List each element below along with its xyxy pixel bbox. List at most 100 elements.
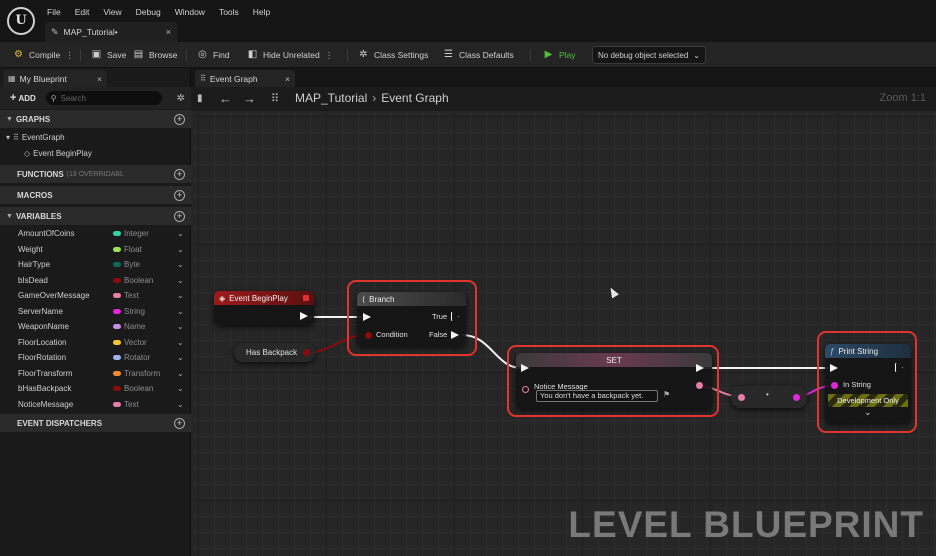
variable-name: Weight [18, 244, 43, 254]
variable-row[interactable]: ServerName String ⌄ [0, 304, 191, 320]
menu-window[interactable]: Window [168, 4, 212, 20]
close-icon[interactable]: × [97, 74, 102, 84]
variable-type-pill-icon [113, 355, 121, 360]
section-functions-label: FUNCTIONS [17, 169, 64, 179]
node-text-to-string-conversion[interactable]: • [731, 386, 807, 408]
back-arrow-icon[interactable]: ← [219, 91, 232, 106]
close-icon[interactable]: × [166, 27, 171, 37]
graph-icon: ⠿ [271, 93, 280, 105]
variable-row[interactable]: bHasBackpack Boolean ⌄ [0, 381, 191, 397]
overridable-count: (19 OVERRIDABL [66, 170, 124, 178]
hide-unrelated-button[interactable]: ◧ Hide Unrelated ⋮ [246, 47, 333, 63]
variable-row[interactable]: WeaponName Name ⌄ [0, 319, 191, 335]
variable-row[interactable]: bIsDead Boolean ⌄ [0, 273, 191, 289]
variable-type: Transform [124, 368, 161, 378]
settings-gear-icon[interactable]: ✲ [177, 93, 185, 104]
tree-item-event-graph[interactable]: ▾ ⠿ EventGraph [6, 130, 65, 144]
chevron-down-icon[interactable]: ⌄ [177, 353, 184, 362]
menu-edit[interactable]: Edit [68, 4, 97, 20]
chevron-down-icon[interactable]: ⌄ [177, 322, 184, 331]
variable-row[interactable]: AmountOfCoins Integer ⌄ [0, 226, 191, 242]
variable-row[interactable]: HairType Byte ⌄ [0, 257, 191, 273]
browse-label: Browse [149, 50, 178, 60]
menu-view[interactable]: View [96, 4, 128, 20]
section-functions[interactable]: FUNCTIONS (19 OVERRIDABL + [0, 165, 191, 183]
chevron-down-icon[interactable]: ⌄ [177, 276, 184, 285]
add-dispatcher-icon[interactable]: + [174, 417, 185, 429]
save-button[interactable]: ▣ Save [90, 47, 127, 63]
menu-help[interactable]: Help [246, 4, 277, 20]
delegate-pin-icon[interactable] [303, 295, 309, 301]
chevron-down-icon[interactable]: ⌄ [177, 384, 184, 393]
toolbar-divider [347, 49, 348, 61]
chevron-down-icon: ▼ [6, 115, 13, 123]
section-graphs[interactable]: ▼ GRAPHS + [0, 110, 191, 128]
text-in-pin[interactable] [738, 394, 745, 401]
highlight-box-set [507, 345, 719, 417]
tree-item-event-begin-play[interactable]: ◇ Event BeginPlay [24, 146, 92, 160]
variable-type: Rotator [124, 353, 151, 363]
menu-tools[interactable]: Tools [212, 4, 246, 20]
graph-icon: ⠿ [200, 74, 206, 83]
variable-row[interactable]: NoticeMessage Text ⌄ [0, 397, 191, 413]
my-blueprint-tab[interactable]: ▦ My Blueprint × [3, 70, 107, 87]
variable-row[interactable]: Weight Float ⌄ [0, 242, 191, 258]
menu-debug[interactable]: Debug [129, 4, 168, 20]
bool-out-pin[interactable] [303, 349, 310, 356]
variable-name: NoticeMessage [18, 399, 74, 409]
section-variables[interactable]: ▼ VARIABLES + [0, 207, 191, 225]
tab-event-graph[interactable]: ⠿ Event Graph × [195, 70, 295, 87]
variable-type: Byte [124, 260, 141, 270]
chevron-down-icon[interactable]: ⌄ [177, 229, 184, 238]
chevron-down-icon[interactable]: ⌄ [177, 338, 184, 347]
exec-out-pin[interactable] [300, 312, 308, 320]
chevron-down-icon[interactable]: ⌄ [177, 307, 184, 316]
graph-canvas[interactable]: ◈ Event BeginPlay Has Backpack ⟨ Branch … [191, 111, 936, 556]
search-input[interactable] [60, 93, 151, 103]
add-variable-icon[interactable]: + [174, 210, 185, 222]
breadcrumb-map[interactable]: MAP_Tutorial [295, 91, 367, 105]
variable-row[interactable]: GameOverMessage Text ⌄ [0, 288, 191, 304]
variable-type: Text [124, 399, 139, 409]
class-settings-button[interactable]: ✲ Class Settings [357, 47, 428, 63]
variable-type-pill-icon [113, 401, 121, 407]
my-blueprint-tab-label: My Blueprint [19, 73, 67, 84]
forward-arrow-icon[interactable]: → [243, 91, 256, 106]
play-button[interactable]: ▶ Play [542, 47, 576, 63]
chevron-down-icon[interactable]: ⌄ [177, 400, 184, 409]
browse-button[interactable]: ▤ Browse [132, 47, 178, 63]
node-has-backpack-getter[interactable]: Has Backpack [234, 343, 315, 362]
find-button[interactable]: ◎ Find [196, 47, 229, 63]
section-event-dispatchers[interactable]: EVENT DISPATCHERS + [0, 414, 191, 432]
add-button[interactable]: + ADD [6, 91, 40, 105]
add-macro-icon[interactable]: + [174, 189, 185, 201]
variable-row[interactable]: FloorRotation Rotator ⌄ [0, 350, 191, 366]
chevron-down-icon[interactable]: ⌄ [177, 245, 184, 254]
variable-row[interactable]: FloorLocation Vector ⌄ [0, 335, 191, 351]
more-options-icon[interactable]: ⋮ [65, 50, 74, 61]
section-macros[interactable]: MACROS + [0, 186, 191, 204]
unreal-logo-icon[interactable]: U [7, 7, 35, 35]
more-options-icon[interactable]: ⋮ [325, 50, 334, 61]
variable-name: WeaponName [18, 322, 69, 332]
class-defaults-button[interactable]: ☰ Class Defaults [442, 47, 514, 63]
compile-button[interactable]: ⚙ Compile ⋮ [12, 47, 74, 63]
add-function-icon[interactable]: + [174, 168, 185, 180]
chevron-down-icon[interactable]: ⌄ [177, 291, 184, 300]
document-tab-label: MAP_Tutorial• [63, 27, 118, 37]
menu-file[interactable]: File [40, 4, 68, 20]
node-event-begin-play[interactable]: ◈ Event BeginPlay [214, 291, 314, 325]
string-out-pin[interactable] [793, 394, 800, 401]
close-icon[interactable]: × [285, 74, 290, 84]
search-box[interactable]: ⚲ [45, 91, 162, 105]
add-graph-icon[interactable]: + [174, 113, 185, 125]
class-defaults-label: Class Defaults [459, 50, 514, 60]
play-icon: ▶ [544, 49, 553, 60]
document-tab[interactable]: ✎ MAP_Tutorial• × [45, 22, 177, 42]
debug-object-select[interactable]: No debug object selected ⌄ [592, 46, 706, 64]
variable-row[interactable]: FloorTransform Transform ⌄ [0, 366, 191, 382]
bookmark-icon[interactable]: ▮ [197, 93, 203, 104]
breadcrumb-event-graph[interactable]: Event Graph [381, 91, 448, 105]
chevron-down-icon[interactable]: ⌄ [177, 369, 184, 378]
chevron-down-icon[interactable]: ⌄ [177, 260, 184, 269]
